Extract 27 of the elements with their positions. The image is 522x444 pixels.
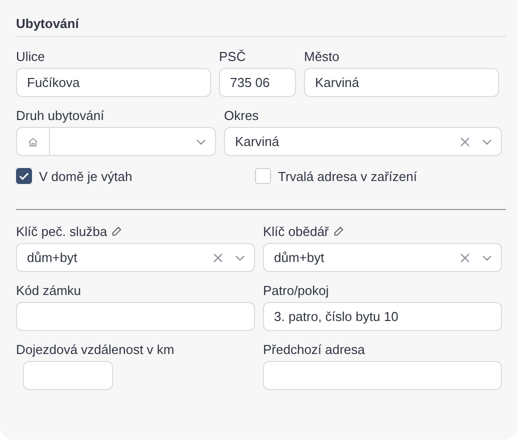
select-field[interactable]: dům+byt — [263, 243, 502, 272]
input-field[interactable] — [263, 361, 502, 390]
field-label: Dojezdová vzdálenost v km — [16, 342, 174, 356]
house-icon — [27, 136, 39, 148]
select-field[interactable]: Karviná — [224, 127, 502, 156]
input-field[interactable]: Karviná — [304, 68, 499, 97]
input-field[interactable]: 735 06 — [219, 68, 296, 97]
input-field[interactable]: Fučíkova — [16, 68, 211, 97]
checkbox-label: V domě je výtah — [39, 168, 132, 184]
field-label: Okres — [224, 108, 259, 122]
field-label: Klíč obědář — [263, 224, 329, 238]
field-label: Město — [304, 48, 340, 64]
field-label: PSČ — [219, 48, 246, 64]
select-field[interactable]: dům+byt — [16, 243, 255, 272]
field-label: Předchozí adresa — [263, 342, 365, 356]
checkbox-label: Trvalá adresa v zařízení — [278, 168, 417, 184]
checkbox[interactable] — [16, 168, 32, 184]
section-title: Ubytování — [16, 16, 80, 33]
field-label: Druh ubytování — [16, 108, 104, 122]
input-field[interactable]: 3. patro, číslo bytu 10 — [263, 302, 502, 331]
field-label: Ulice — [16, 48, 45, 64]
select-field[interactable] — [16, 127, 216, 156]
field-label: Patro/pokoj — [263, 282, 329, 298]
input-field[interactable] — [23, 361, 113, 390]
field-label: Kód zámku — [16, 282, 82, 298]
field-label: Klíč peč. služba — [16, 224, 108, 238]
input-field[interactable] — [16, 302, 255, 331]
